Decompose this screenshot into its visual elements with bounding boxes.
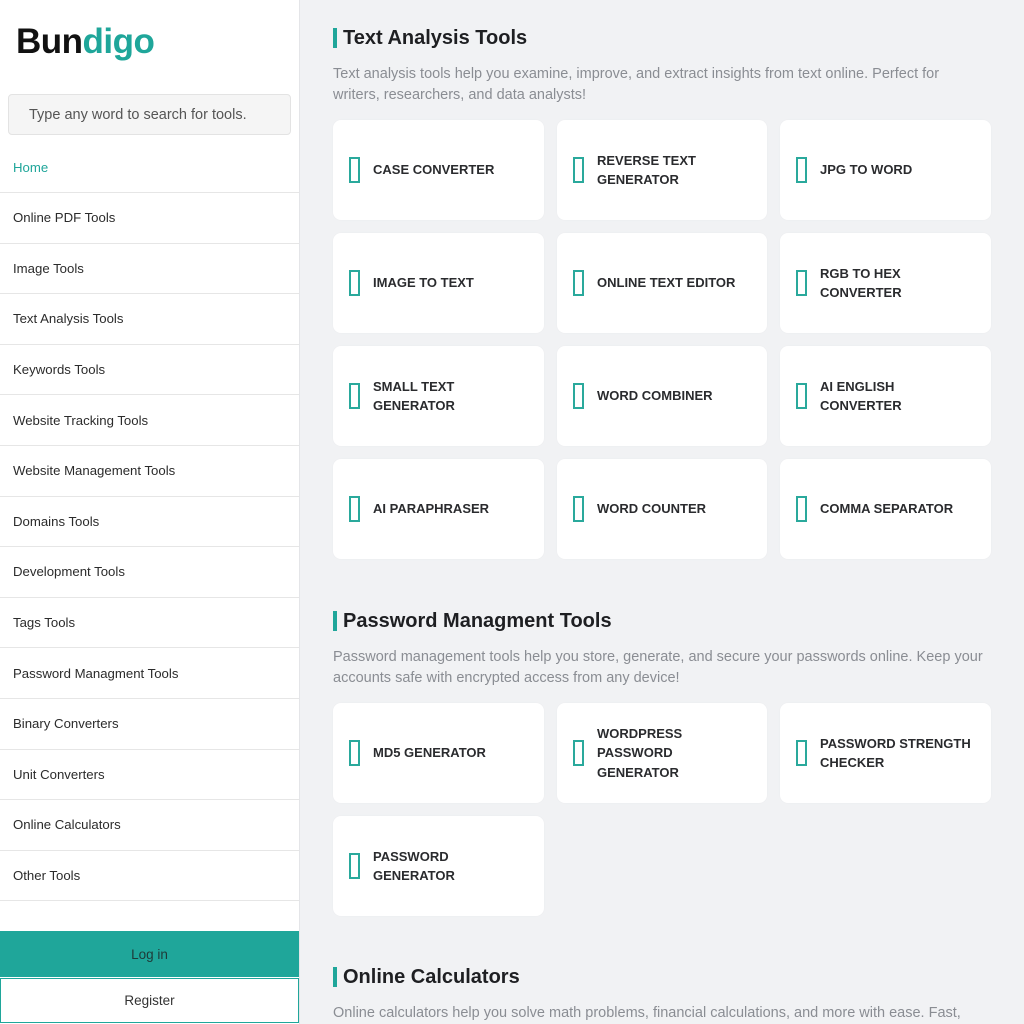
tool-card-comma-separator[interactable]: COMMA SEPARATOR <box>780 459 991 559</box>
tool-card-label: JPG TO WORD <box>820 162 913 178</box>
sidebar-item-online-calculators[interactable]: Online Calculators <box>0 800 299 851</box>
sidebar-item-website-management-tools[interactable]: Website Management Tools <box>0 446 299 497</box>
sidebar-item-other-tools[interactable]: Other Tools <box>0 851 299 902</box>
section-password-managment-tools: Password Managment Tools Password manage… <box>333 607 993 916</box>
missing-glyph-icon <box>573 740 584 766</box>
missing-glyph-icon <box>796 270 807 296</box>
section-online-calculators: Online Calculators Online calculators he… <box>333 963 993 1024</box>
section-title: Online Calculators <box>333 963 993 991</box>
login-button[interactable]: Log in <box>0 931 299 977</box>
tool-card-label: REVERSE TEXT GENERATOR <box>597 152 696 188</box>
section-title-text: Password Managment Tools <box>343 609 612 632</box>
section-title-text: Text Analysis Tools <box>343 26 528 49</box>
section-description: Text analysis tools help you examine, im… <box>333 66 940 103</box>
missing-glyph-icon <box>349 740 360 766</box>
tool-card-label: WORD COUNTER <box>597 501 707 517</box>
section-title: Password Managment Tools <box>333 607 993 635</box>
sidebar-item-domains-tools[interactable]: Domains Tools <box>0 497 299 548</box>
tool-card-label: AI PARAPHRASER <box>373 501 490 517</box>
sidebar-item-tags-tools[interactable]: Tags Tools <box>0 598 299 649</box>
tool-card-wordpress-password-generator[interactable]: WORDPRESS PASSWORD GENERATOR <box>557 703 767 803</box>
section-accent-bar <box>333 967 337 987</box>
tool-search-input[interactable] <box>8 94 291 135</box>
tool-card-reverse-text-generator[interactable]: REVERSE TEXT GENERATOR <box>557 120 767 220</box>
missing-glyph-icon <box>796 383 807 409</box>
tool-card-label: WORD COMBINER <box>597 388 713 404</box>
missing-glyph-icon <box>573 270 584 296</box>
section-accent-bar <box>333 28 337 48</box>
tool-card-label: PASSWORD GENERATOR <box>373 848 455 884</box>
register-button[interactable]: Register <box>0 978 299 1023</box>
section-title-text: Online Calculators <box>343 965 520 988</box>
brand-logo[interactable]: Bundigo <box>16 22 155 62</box>
missing-glyph-icon <box>573 157 584 183</box>
tool-card-word-counter[interactable]: WORD COUNTER <box>557 459 767 559</box>
tool-card-md5-generator[interactable]: MD5 GENERATOR <box>333 703 544 803</box>
sidebar-item-website-tracking-tools[interactable]: Website Tracking Tools <box>0 395 299 446</box>
section-description: Online calculators help you solve math p… <box>333 1005 961 1021</box>
sidebar-item-home[interactable]: Home <box>0 142 299 193</box>
sidebar-item-development-tools[interactable]: Development Tools <box>0 547 299 598</box>
tool-card-label: COMMA SEPARATOR <box>820 501 954 517</box>
tool-card-label: PASSWORD STRENGTH CHECKER <box>820 735 971 771</box>
tool-card-label: WORDPRESS PASSWORD GENERATOR <box>597 725 683 780</box>
tool-card-jpg-to-word[interactable]: JPG TO WORD <box>780 120 991 220</box>
tool-card-label: CASE CONVERTER <box>373 162 495 178</box>
tool-card-word-combiner[interactable]: WORD COMBINER <box>557 346 767 446</box>
sidebar-item-online-pdf-tools[interactable]: Online PDF Tools <box>0 193 299 244</box>
section-title: Text Analysis Tools <box>333 24 993 52</box>
tool-card-image-to-text[interactable]: IMAGE TO TEXT <box>333 233 544 333</box>
tool-grid: MD5 GENERATOR WORDPRESS PASSWORD GENERATO… <box>333 703 993 916</box>
sidebar-nav: Home Online PDF Tools Image Tools Text Anal… <box>0 142 299 902</box>
sidebar-item-keywords-tools[interactable]: Keywords Tools <box>0 345 299 396</box>
tool-card-ai-paraphraser[interactable]: AI PARAPHRASER <box>333 459 544 559</box>
tool-card-case-converter[interactable]: CASE CONVERTER <box>333 120 544 220</box>
tool-card-label: IMAGE TO TEXT <box>373 275 474 291</box>
sidebar-item-unit-converters[interactable]: Unit Converters <box>0 750 299 801</box>
tool-grid: CASE CONVERTER REVERSE TEXT GENERATOR JPG … <box>333 120 993 559</box>
sidebar-item-image-tools[interactable]: Image Tools <box>0 244 299 295</box>
missing-glyph-icon <box>796 157 807 183</box>
tool-card-label: ONLINE TEXT EDITOR <box>597 275 736 291</box>
tool-card-password-strength-checker[interactable]: PASSWORD STRENGTH CHECKER <box>780 703 991 803</box>
tool-card-label: RGB TO HEX CONVERTER <box>820 265 902 301</box>
section-text-analysis-tools: Text Analysis Tools Text analysis tools … <box>333 24 993 559</box>
missing-glyph-icon <box>573 496 584 522</box>
section-description: Password management tools help you store… <box>333 649 983 686</box>
tool-card-online-text-editor[interactable]: ONLINE TEXT EDITOR <box>557 233 767 333</box>
tool-card-small-text-generator[interactable]: SMALL TEXT GENERATOR <box>333 346 544 446</box>
tool-card-password-generator[interactable]: PASSWORD GENERATOR <box>333 816 544 916</box>
sidebar-item-text-analysis-tools[interactable]: Text Analysis Tools <box>0 294 299 345</box>
tool-card-label: MD5 GENERATOR <box>373 745 486 761</box>
tool-card-label: SMALL TEXT GENERATOR <box>373 378 455 414</box>
sidebar-item-binary-converters[interactable]: Binary Converters <box>0 699 299 750</box>
missing-glyph-icon <box>796 496 807 522</box>
missing-glyph-icon <box>349 270 360 296</box>
tool-card-ai-english-converter[interactable]: AI ENGLISH CONVERTER <box>780 346 991 446</box>
missing-glyph-icon <box>573 383 584 409</box>
brand-logo-part1: Bun <box>16 22 83 61</box>
sidebar: Bundigo HomeOnline PDF ToolsImage ToolsT… <box>0 0 300 1024</box>
missing-glyph-icon <box>349 157 360 183</box>
section-accent-bar <box>333 611 337 631</box>
missing-glyph-icon <box>349 496 360 522</box>
tool-card-rgb-to-hex-converter[interactable]: RGB TO HEX CONVERTER <box>780 233 991 333</box>
sidebar-item-password-managment-tools[interactable]: Password Managment Tools <box>0 648 299 699</box>
brand-logo-part2: digo <box>82 22 155 61</box>
tool-card-label: AI ENGLISH CONVERTER <box>820 378 902 414</box>
missing-glyph-icon <box>349 383 360 409</box>
missing-glyph-icon <box>349 853 360 879</box>
missing-glyph-icon <box>796 740 807 766</box>
